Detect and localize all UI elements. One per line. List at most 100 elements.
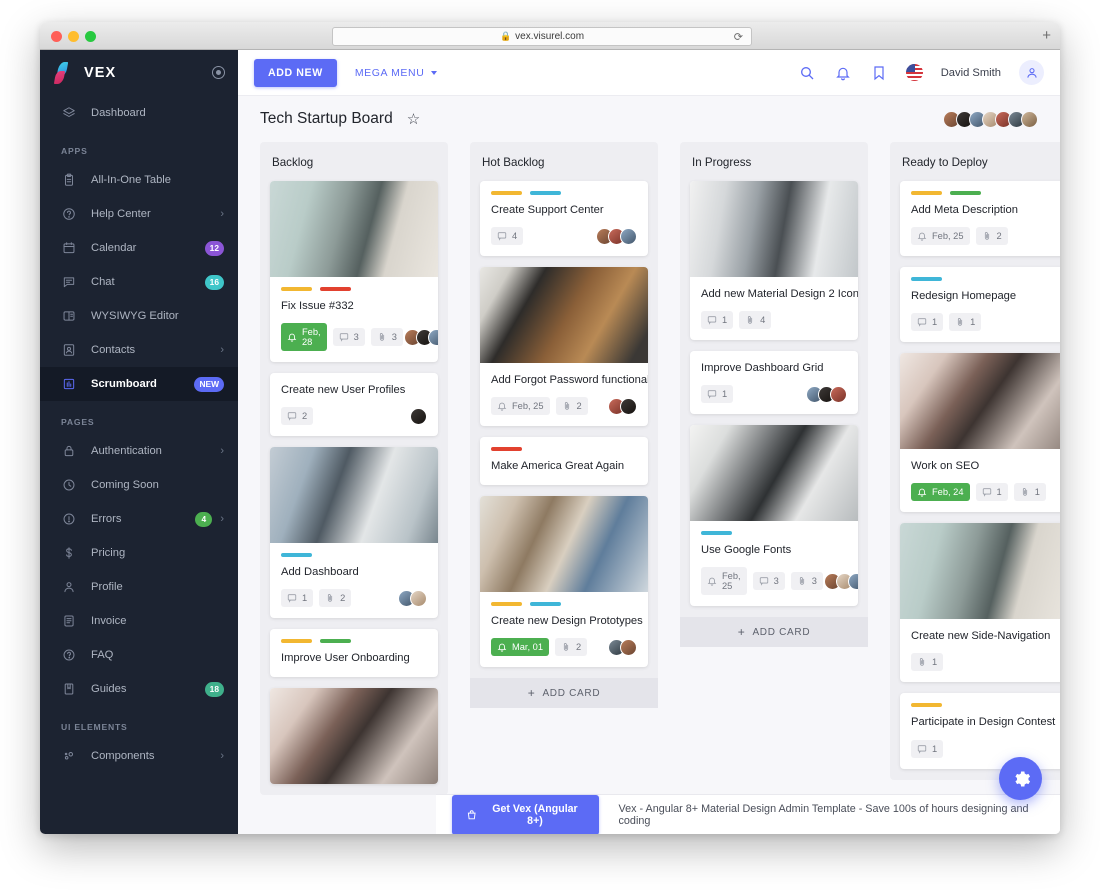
- avatar[interactable]: [1019, 60, 1044, 85]
- sidebar-section-apps: APPS: [61, 146, 88, 156]
- attachments-chip[interactable]: 2: [555, 397, 588, 416]
- collapse-circle-icon[interactable]: [212, 66, 225, 79]
- add-card-button[interactable]: + ADD CARD: [470, 678, 658, 709]
- attachments-chip[interactable]: 1: [911, 653, 944, 672]
- avatar[interactable]: [620, 227, 637, 245]
- board-card[interactable]: Create Support Center 4: [480, 181, 648, 257]
- sidebar-item-profile[interactable]: Profile: [40, 570, 238, 604]
- sidebar-item-pricing[interactable]: Pricing: [40, 536, 238, 570]
- star-outline-icon[interactable]: ☆: [407, 110, 420, 128]
- card-assignees: [608, 638, 637, 656]
- add-new-button[interactable]: ADD NEW: [254, 58, 337, 87]
- paperclip-icon: [917, 657, 927, 667]
- address-bar[interactable]: 🔒 vex.visurel.com ⟳: [332, 27, 752, 46]
- sidebar-item-invoice[interactable]: Invoice: [40, 604, 238, 638]
- comments-chip[interactable]: 1: [281, 589, 314, 608]
- avatar[interactable]: [847, 572, 858, 590]
- avatar[interactable]: [410, 407, 427, 425]
- sidebar-item-calendar[interactable]: Calendar 12: [40, 231, 238, 265]
- bookmark-icon[interactable]: [870, 64, 888, 82]
- search-icon[interactable]: [798, 64, 816, 82]
- attachments-chip[interactable]: 1: [1013, 483, 1046, 502]
- board-card[interactable]: Participate in Design Contest 1: [900, 693, 1060, 769]
- board-card[interactable]: Fix Issue #332 Feb, 28 3 3: [270, 181, 438, 363]
- board-card[interactable]: Work on SEO Feb, 24 1 1: [900, 353, 1060, 513]
- window-maximize-button[interactable]: [85, 31, 96, 42]
- board-card[interactable]: [270, 688, 438, 785]
- board-card[interactable]: Create new User Profiles 2: [270, 373, 438, 437]
- due-date-chip[interactable]: Feb, 28: [281, 323, 327, 352]
- comments-chip[interactable]: 1: [701, 311, 734, 330]
- reload-icon[interactable]: ⟳: [734, 30, 743, 43]
- board-card[interactable]: Add new Material Design 2 Icons 1 4: [690, 181, 858, 341]
- comments-chip[interactable]: 3: [332, 328, 365, 347]
- settings-fab-button[interactable]: [999, 757, 1042, 800]
- sidebar-item-all-in-one-table[interactable]: All-In-One Table: [40, 163, 238, 197]
- sidebar-item-dashboard[interactable]: Dashboard: [40, 96, 238, 130]
- attachments-chip[interactable]: 2: [555, 638, 588, 657]
- attachments-chip[interactable]: 3: [370, 328, 403, 347]
- avatar[interactable]: [620, 638, 637, 656]
- due-date-chip[interactable]: Mar, 01: [491, 638, 550, 657]
- board-card[interactable]: Improve User Onboarding: [270, 629, 438, 678]
- board-card[interactable]: Make America Great Again: [480, 437, 648, 486]
- comments-chip[interactable]: 1: [975, 483, 1008, 502]
- due-date-chip[interactable]: Feb, 25: [911, 227, 970, 246]
- sidebar-item-help-center[interactable]: Help Center ›: [40, 197, 238, 231]
- sidebar-item-errors[interactable]: Errors 4 ›: [40, 502, 238, 536]
- board-card[interactable]: Add Meta Description Feb, 25 2: [900, 181, 1060, 257]
- attachments-chip[interactable]: 4: [739, 311, 772, 330]
- sidebar-item-components[interactable]: Components ›: [40, 739, 238, 773]
- board-card[interactable]: Create new Design Prototypes Mar, 01 2: [480, 496, 648, 668]
- avatar[interactable]: [1021, 110, 1038, 128]
- address-bar-url: vex.visurel.com: [515, 31, 585, 42]
- components-icon: [61, 749, 76, 764]
- board-card[interactable]: Improve Dashboard Grid 1: [690, 351, 858, 415]
- board-card[interactable]: Use Google Fonts Feb, 25 3 3: [690, 425, 858, 607]
- card-label: [491, 602, 522, 607]
- attachments-chip[interactable]: 1: [949, 313, 982, 332]
- attachments-chip[interactable]: 3: [790, 572, 823, 591]
- comments-chip[interactable]: 1: [911, 313, 944, 332]
- attachments-chip[interactable]: 2: [319, 589, 352, 608]
- board-card[interactable]: Add Forgot Password functionality Feb, 25…: [480, 267, 648, 427]
- add-card-button[interactable]: + ADD CARD: [680, 617, 868, 648]
- window-minimize-button[interactable]: [68, 31, 79, 42]
- board-card[interactable]: Create new Side-Navigation 1: [900, 523, 1060, 683]
- new-tab-button[interactable]: +: [1042, 28, 1051, 43]
- sidebar-item-coming-soon[interactable]: Coming Soon: [40, 468, 238, 502]
- mega-menu-button[interactable]: MEGA MENU: [355, 67, 438, 79]
- board-card[interactable]: Redesign Homepage 1 1: [900, 267, 1060, 343]
- board-scroll-area[interactable]: Backlog Fix Issue #332 Feb, 28 3 3 Create new…: [238, 142, 1060, 834]
- avatar[interactable]: [410, 589, 427, 607]
- avatar[interactable]: [620, 397, 637, 415]
- get-vex-button[interactable]: Get Vex (Angular 8+): [452, 794, 599, 834]
- us-flag-icon[interactable]: [905, 64, 923, 81]
- sidebar-item-chat[interactable]: Chat 16: [40, 265, 238, 299]
- gear-icon: [1014, 771, 1030, 786]
- due-date-chip[interactable]: Feb, 25: [701, 567, 747, 596]
- card-labels: [491, 447, 637, 452]
- sidebar-item-badge: NEW: [194, 376, 224, 392]
- comments-chip[interactable]: 4: [491, 227, 524, 246]
- sidebar-item-contacts[interactable]: Contacts ›: [40, 333, 238, 367]
- avatar[interactable]: [427, 328, 438, 346]
- sidebar-item-scrumboard[interactable]: Scrumboard NEW: [40, 367, 238, 401]
- sidebar-item-faq[interactable]: FAQ: [40, 638, 238, 672]
- comments-chip[interactable]: 2: [281, 407, 314, 426]
- bell-icon[interactable]: [834, 64, 852, 82]
- avatar[interactable]: [830, 385, 847, 403]
- window-close-button[interactable]: [51, 31, 62, 42]
- document-icon: [61, 614, 76, 629]
- sidebar-item-wysiwyg-editor[interactable]: WYSIWYG Editor: [40, 299, 238, 333]
- comments-chip[interactable]: 1: [911, 739, 944, 758]
- comments-chip[interactable]: 3: [752, 572, 785, 591]
- sidebar-item-guides[interactable]: Guides 18: [40, 672, 238, 706]
- due-date-chip[interactable]: Feb, 24: [911, 483, 970, 502]
- board-card[interactable]: Add Dashboard 1 2: [270, 447, 438, 619]
- attachments-chip[interactable]: 2: [975, 227, 1008, 246]
- sidebar-item-authentication[interactable]: Authentication ›: [40, 434, 238, 468]
- due-date-chip[interactable]: Feb, 25: [491, 397, 550, 416]
- card-cover-image: [690, 181, 858, 277]
- comments-chip[interactable]: 1: [701, 385, 734, 404]
